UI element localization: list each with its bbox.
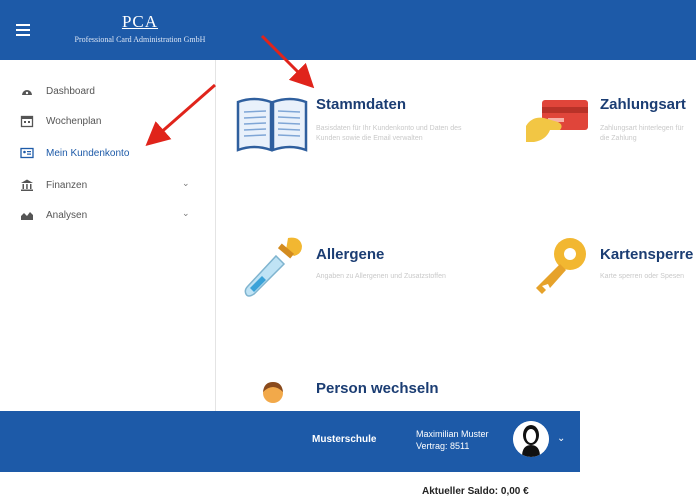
annotation-arrow [260, 34, 315, 89]
page: PCA Professional Card Administration Gmb… [0, 0, 696, 504]
annotation-arrow [145, 83, 216, 146]
annotation-arrows [145, 34, 315, 146]
